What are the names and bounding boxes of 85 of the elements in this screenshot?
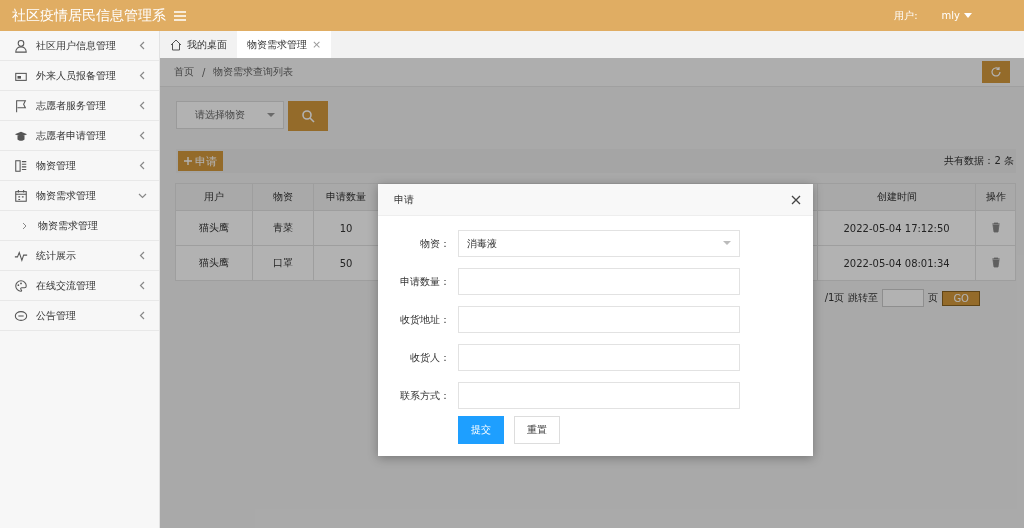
dialog-title: 申请 [394, 192, 414, 207]
field-label: 物资： [419, 236, 450, 251]
material-select[interactable]: 请选择物资 [176, 101, 284, 129]
sidebar-item[interactable]: 公告管理 [0, 301, 159, 331]
field-label: 申请数量： [399, 274, 450, 289]
sidebar-item[interactable]: 统计展示 [0, 241, 159, 271]
sidebar-label: 物资管理 [36, 158, 77, 173]
chevron-left-icon [138, 311, 147, 320]
column-header: 申请数量 [313, 183, 379, 211]
input-field[interactable] [458, 268, 740, 295]
app-title: 社区疫情居民信息管理系 [12, 6, 166, 25]
caret-icon [267, 112, 275, 118]
chevron-left-icon [138, 71, 147, 80]
input-field[interactable] [458, 306, 740, 333]
chevron-left-icon [138, 161, 147, 170]
caret-icon[interactable] [964, 12, 972, 19]
plus-icon [184, 157, 192, 165]
trash-icon[interactable] [990, 221, 1001, 233]
breadcrumb-link[interactable]: 首页 [174, 65, 194, 79]
menu-icon[interactable] [172, 8, 188, 23]
search-button[interactable] [288, 101, 328, 131]
flag-icon [14, 98, 28, 113]
table-cell: 猫头鹰 [175, 245, 253, 281]
home-icon [170, 38, 182, 51]
sidebar-label: 志愿者服务管理 [36, 98, 107, 113]
sidebar-item[interactable]: 在线交流管理 [0, 271, 159, 301]
reset-button[interactable]: 重置 [514, 416, 560, 444]
page-count: /1页 [824, 291, 845, 305]
sidebar-item[interactable]: 志愿者申请管理 [0, 121, 159, 151]
sidebar-label: 社区用户信息管理 [36, 38, 117, 53]
total-count: 共有数据：2 条 [944, 154, 1014, 168]
chevron-left-icon [138, 281, 147, 290]
sidebar-item[interactable]: 外来人员报备管理 [0, 61, 159, 91]
table-cell: 2022-05-04 08:01:34 [817, 245, 976, 281]
column-header: 操作 [975, 183, 1016, 211]
search-icon [301, 109, 315, 123]
table-cell: 口罩 [252, 245, 314, 281]
palette-icon [14, 278, 28, 293]
chevron-right-icon [22, 221, 28, 230]
sidebar-label: 公告管理 [36, 308, 77, 323]
jump-label: 跳转至 [848, 291, 879, 305]
chevron-left-icon [138, 251, 147, 260]
sidebar-item[interactable]: 物资管理 [0, 151, 159, 181]
chevron-left-icon [138, 41, 147, 50]
sidebar-label: 外来人员报备管理 [36, 68, 117, 83]
refresh-icon [990, 66, 1002, 78]
sidebar-label: 统计展示 [36, 248, 77, 263]
select-field[interactable]: 消毒液 [458, 230, 740, 257]
sidebar-item[interactable]: 物资需求管理 [0, 181, 159, 211]
refresh-button[interactable] [982, 61, 1010, 83]
chat-icon [14, 308, 28, 323]
table-cell: 2022-05-04 17:12:50 [817, 210, 976, 246]
trash-icon[interactable] [990, 256, 1001, 268]
chevron-left-icon [138, 131, 147, 140]
caret-icon [723, 241, 731, 246]
sidebar-label: 物资需求管理 [38, 218, 98, 233]
document-icon [14, 158, 28, 173]
field-label: 收货人： [409, 350, 450, 365]
user-icon [14, 38, 28, 53]
calendar-icon [14, 188, 28, 203]
tab[interactable]: 物资需求管理 × [237, 31, 332, 58]
breadcrumb-separator: / [202, 66, 206, 78]
column-header: 创建时间 [817, 183, 976, 211]
table-cell: 青菜 [252, 210, 314, 246]
page-input[interactable] [882, 289, 925, 307]
close-icon[interactable] [791, 194, 801, 205]
pulse-icon [14, 248, 28, 263]
field-label: 收货地址： [399, 312, 450, 327]
table-cell: 猫头鹰 [175, 210, 253, 246]
page-unit: 页 [928, 291, 939, 305]
sidebar-label: 志愿者申请管理 [36, 128, 107, 143]
input-field[interactable] [458, 344, 740, 371]
input-field[interactable] [458, 382, 740, 409]
sidebar-label: 在线交流管理 [36, 278, 97, 293]
column-header: 用户 [175, 183, 253, 211]
field-label: 联系方式： [399, 388, 450, 403]
sidebar-subitem[interactable]: 物资需求管理 [0, 211, 159, 241]
sidebar-item[interactable]: 志愿者服务管理 [0, 91, 159, 121]
breadcrumb-current: 物资需求查询列表 [213, 65, 294, 79]
sidebar-label: 物资需求管理 [36, 188, 97, 203]
user-label: 用户: [894, 8, 918, 23]
column-header: 物资 [252, 183, 314, 211]
sidebar-item[interactable]: 社区用户信息管理 [0, 31, 159, 61]
chevron-down-icon [138, 191, 147, 200]
chevron-left-icon [138, 101, 147, 110]
